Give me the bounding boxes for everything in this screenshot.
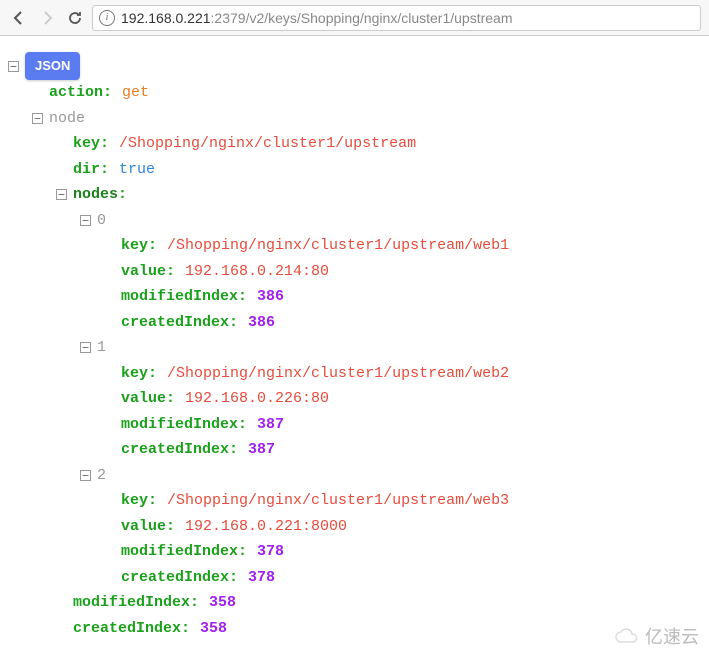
key-2-value: value — [121, 514, 166, 540]
index-2: 2 — [97, 463, 106, 489]
toggle-node-0[interactable]: − — [80, 215, 91, 226]
key-node-modifiedIndex: modifiedIndex — [73, 590, 190, 616]
back-button[interactable] — [8, 7, 30, 29]
info-icon[interactable]: i — [99, 10, 115, 26]
key-node-dir: dir — [73, 157, 100, 183]
cloud-icon — [613, 627, 641, 645]
reload-button[interactable] — [64, 7, 86, 29]
value-node-dir: true — [119, 157, 155, 183]
key-nodes: nodes — [73, 182, 118, 208]
key-2-createdIndex: createdIndex — [121, 565, 229, 591]
value-1-value: 192.168.0.226:80 — [185, 386, 329, 412]
value-action: get — [122, 80, 149, 106]
value-1-key: /Shopping/nginx/cluster1/upstream/web2 — [167, 361, 509, 387]
value-node-modifiedIndex: 358 — [209, 590, 236, 616]
index-0: 0 — [97, 208, 106, 234]
forward-button[interactable] — [36, 7, 58, 29]
value-0-modifiedIndex: 386 — [257, 284, 284, 310]
value-2-value: 192.168.0.221:8000 — [185, 514, 347, 540]
url-bar[interactable]: i 192.168.0.221:2379/v2/keys/Shopping/ng… — [92, 5, 701, 31]
watermark-text: 亿速云 — [645, 623, 699, 649]
value-node-key: /Shopping/nginx/cluster1/upstream — [119, 131, 416, 157]
toggle-node-1[interactable]: − — [80, 342, 91, 353]
json-badge: JSON — [25, 52, 80, 80]
watermark: 亿速云 — [613, 623, 699, 649]
key-node-key: key — [73, 131, 100, 157]
key-0-modifiedIndex: modifiedIndex — [121, 284, 238, 310]
arrow-right-icon — [39, 10, 55, 26]
browser-toolbar: i 192.168.0.221:2379/v2/keys/Shopping/ng… — [0, 0, 709, 36]
value-1-modifiedIndex: 387 — [257, 412, 284, 438]
key-0-key: key — [121, 233, 148, 259]
index-1: 1 — [97, 335, 106, 361]
key-node-createdIndex: createdIndex — [73, 616, 181, 642]
value-2-modifiedIndex: 378 — [257, 539, 284, 565]
value-0-key: /Shopping/nginx/cluster1/upstream/web1 — [167, 233, 509, 259]
url-path: :2379/v2/keys/Shopping/nginx/cluster1/up… — [211, 10, 513, 26]
value-2-createdIndex: 378 — [248, 565, 275, 591]
value-0-value: 192.168.0.214:80 — [185, 259, 329, 285]
key-0-createdIndex: createdIndex — [121, 310, 229, 336]
key-1-modifiedIndex: modifiedIndex — [121, 412, 238, 438]
toggle-nodes[interactable]: − — [56, 189, 67, 200]
key-1-createdIndex: createdIndex — [121, 437, 229, 463]
value-node-createdIndex: 358 — [200, 616, 227, 642]
key-node: node — [49, 106, 85, 132]
url-host: 192.168.0.221 — [121, 10, 211, 26]
reload-icon — [67, 10, 83, 26]
key-1-key: key — [121, 361, 148, 387]
value-1-createdIndex: 387 — [248, 437, 275, 463]
key-2-modifiedIndex: modifiedIndex — [121, 539, 238, 565]
toggle-node-2[interactable]: − — [80, 470, 91, 481]
arrow-left-icon — [11, 10, 27, 26]
key-2-key: key — [121, 488, 148, 514]
toggle-root[interactable]: − — [8, 61, 19, 72]
toggle-node[interactable]: − — [32, 113, 43, 124]
value-0-createdIndex: 386 — [248, 310, 275, 336]
json-tree: − JSON action : get − node key : /Shoppi… — [0, 36, 709, 649]
value-2-key: /Shopping/nginx/cluster1/upstream/web3 — [167, 488, 509, 514]
key-0-value: value — [121, 259, 166, 285]
key-action: action — [49, 80, 103, 106]
key-1-value: value — [121, 386, 166, 412]
